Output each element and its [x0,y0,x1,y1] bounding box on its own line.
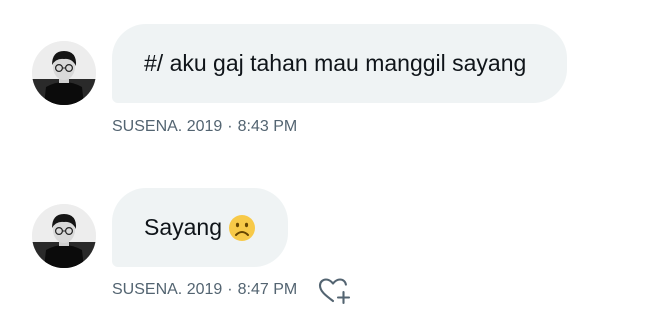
message-bubble[interactable]: #/ aku gaj tahan mau manggil sayang [112,24,567,103]
avatar-photo-icon [32,41,96,105]
message-meta: SUSENA. 2019 · 8:43 PM [112,118,297,136]
message-text: #/ aku gaj tahan mau manggil sayang [144,50,527,76]
message-bubble[interactable]: Sayang [112,188,288,267]
message-time: 8:47 PM [237,281,298,298]
add-reaction-button[interactable] [318,276,352,306]
meta-separator: · [227,118,233,135]
sender-name: SUSENA. 2019 [112,118,223,135]
frowning-face-emoji-icon [228,214,256,242]
heart-plus-icon [318,278,351,305]
message-text: Sayang [144,214,223,240]
avatar-photo-icon [32,204,96,268]
message-time: 8:43 PM [237,118,298,135]
meta-separator: · [227,281,233,298]
avatar[interactable] [32,41,96,105]
message-meta: SUSENA. 2019 · 8:47 PM [112,281,297,299]
avatar[interactable] [32,204,96,268]
sender-name: SUSENA. 2019 [112,281,223,298]
